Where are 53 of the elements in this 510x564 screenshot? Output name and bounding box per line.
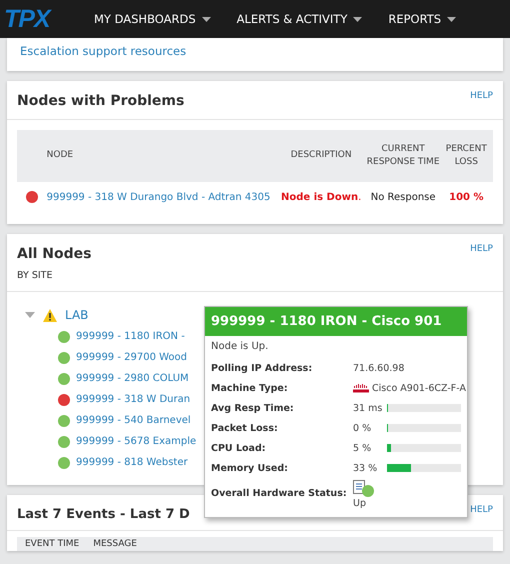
field-label: Memory Used: [211,462,289,474]
caret-icon [353,16,362,22]
nav-menu[interactable]: REPORTS [388,12,456,26]
nav-menu[interactable]: MY DASHBOARDS [94,12,211,26]
field-label: Polling IP Address: [211,362,314,374]
warning-icon [43,308,57,322]
caret-icon [447,16,456,22]
panel-subtitle: BY SITE [17,270,54,281]
column-header: PERCENT LOSS [444,142,488,169]
vendor-logo-icon [353,384,369,392]
help-link[interactable]: HELP [470,91,493,101]
field-value: Cisco A901-6CZ-F-A [372,382,466,394]
loss-cell-text: 100 % [448,192,485,202]
tooltip-title: 999999 - 1180 IRON - Cisco 901 [205,307,467,336]
site-link[interactable]: LAB [65,308,88,322]
node-status-text: Node is Up. [211,341,270,352]
expand-toggle-icon[interactable] [25,310,35,320]
node-link[interactable]: 999999 - 818 Webster [76,457,188,468]
node-link[interactable]: 999999 - 5678 Example [76,436,196,447]
node-link[interactable]: 999999 - 1180 IRON - [76,331,185,342]
field-value: 33 % [353,462,378,474]
escalation-link[interactable]: Escalation support resources [20,44,186,58]
hardware-status-icon [353,480,375,498]
node-link[interactable]: 999999 - 29700 Wood [76,352,188,363]
field-value: 71.6.60.98 [353,362,404,374]
panel-title: All Nodes [17,245,92,262]
column-header: MESSAGE [93,539,137,549]
column-header: DESCRIPTION [290,149,353,162]
column-header: CURRENT RESPONSE TIME [366,142,440,169]
node-link[interactable]: 999999 - 318 W Duran [76,394,190,405]
column-header: EVENT TIME [25,539,80,549]
help-link[interactable]: HELP [470,244,493,254]
column-header: NODE [46,149,74,162]
panel-title: Nodes with Problems [17,92,184,109]
field-label: Avg Resp Time: [211,402,295,414]
node-link[interactable]: 999999 - 318 W Durango Blvd - Adtran 4305 [46,192,276,202]
field-label: Machine Type: [211,382,289,394]
response-cell-text: No Response [370,192,437,202]
field-value: 31 ms [353,402,384,414]
caret-icon [202,16,211,22]
field-label: CPU Load: [211,442,267,454]
field-label: Packet Loss: [211,422,279,434]
nav-menu[interactable]: ALERTS & ACTIVITY [236,12,362,26]
description-cell-text: Node is Down. [280,192,362,202]
node-link[interactable]: 999999 - 540 Barnevel [76,415,191,426]
field-label: Overall Hardware Status: [211,488,348,499]
help-link[interactable]: HELP [470,505,493,515]
field-value: 0 % [353,422,372,434]
panel-title: Last 7 Events - Last 7 D [17,506,190,522]
field-value: 5 % [353,442,372,454]
node-link[interactable]: 999999 - 2980 COLUM [76,373,189,384]
logo[interactable]: TPX [0,4,94,34]
field-value: Up [353,498,367,509]
